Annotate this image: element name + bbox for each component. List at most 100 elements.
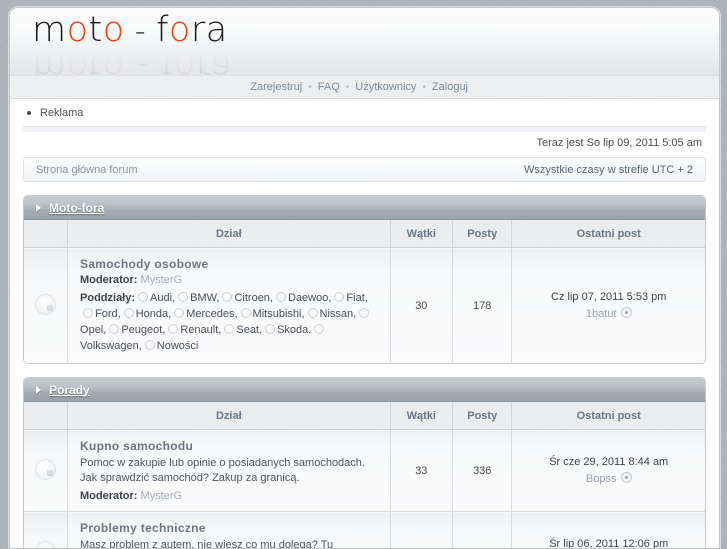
logo-letter-3: o xyxy=(103,10,125,50)
nav-link-u-ytkownicy[interactable]: Użytkownicy xyxy=(349,81,422,93)
subforum-link[interactable]: Mercedes xyxy=(186,308,234,320)
site-header: moto - fora moto - fora xyxy=(10,8,719,75)
last-post-date: Śr lip 06, 2011 12:06 pm xyxy=(520,536,697,549)
col-topics-header: Wątki xyxy=(390,402,452,430)
subforum-list: Poddziały:Audi,BMW,Citroen,Daewoo,Fiat,F… xyxy=(80,290,380,354)
forum-category-list: Moto-foraDziałWątkiPostyOstatni postSamo… xyxy=(10,195,719,549)
forum-icon-cell xyxy=(24,248,68,364)
nav-link-zaloguj[interactable]: Zaloguj xyxy=(426,81,474,93)
subforum-label: Poddziały: xyxy=(80,292,135,304)
forum-page-frame: moto - fora moto - fora Zarejestruj•FAQ•… xyxy=(9,7,720,549)
category-header[interactable]: Moto-fora xyxy=(24,196,705,220)
subforum-link[interactable]: Citroen xyxy=(234,292,269,304)
last-post-author-link[interactable]: Bopss xyxy=(586,473,617,485)
main-navigation: Zarejestruj•FAQ•Użytkownicy•Zaloguj xyxy=(10,75,719,99)
forum-row: Problemy techniczne Masz problem z autem,… xyxy=(24,512,705,549)
view-latest-post-icon[interactable] xyxy=(621,307,632,318)
subforum-link[interactable]: Skoda xyxy=(277,324,308,336)
forum-info-cell: Problemy techniczne Masz problem z autem,… xyxy=(68,512,391,549)
subforum-link[interactable]: BMW xyxy=(190,292,216,304)
moderator-link[interactable]: MysterG xyxy=(141,274,183,286)
advert-row: Reklama xyxy=(10,99,719,126)
subforum-link[interactable]: Opel xyxy=(80,324,103,336)
category-header[interactable]: Porady xyxy=(24,378,705,402)
breadcrumb-home-link[interactable]: Strona główna forum xyxy=(36,164,138,176)
subforum-bullet-icon xyxy=(174,308,184,318)
subforum-link[interactable]: Peugeot xyxy=(121,324,162,336)
col-topics-header: Wątki xyxy=(390,220,452,248)
forum-table-header-row: DziałWątkiPostyOstatni post xyxy=(24,402,705,430)
subforum-link[interactable]: Ford xyxy=(95,308,118,320)
current-time-row: Teraz jest So lip 09, 2011 5:05 am xyxy=(10,132,719,154)
forum-table-header-row: DziałWątkiPostyOstatni post xyxy=(24,220,705,248)
moderator-link[interactable]: MysterG xyxy=(141,490,183,502)
chevron-right-icon xyxy=(36,386,41,394)
col-icon-header xyxy=(24,220,68,248)
logo-letter-5: f xyxy=(156,10,169,50)
logo-letter-1: o xyxy=(67,10,89,50)
nav-link-faq[interactable]: FAQ xyxy=(312,81,346,93)
nav-link-zarejestruj[interactable]: Zarejestruj xyxy=(244,81,308,93)
col-forum-header: Dział xyxy=(68,220,391,248)
forum-info-cell: Kupno samochodu Pomoc w zakupie lub opini… xyxy=(68,430,391,512)
subforum-bullet-icon xyxy=(276,292,286,302)
moderator-label: Moderator: xyxy=(80,274,137,286)
forum-folder-icon xyxy=(35,459,56,480)
subforum-bullet-icon xyxy=(138,292,148,302)
subforum-bullet-icon xyxy=(308,308,318,318)
forum-row: Samochody osobowe Moderator: MysterG Poddz… xyxy=(24,248,705,364)
subforum-link[interactable]: Volkswagen xyxy=(80,340,139,352)
category-title[interactable]: Porady xyxy=(49,383,90,397)
nav-link-list: Zarejestruj•FAQ•Użytkownicy•Zaloguj xyxy=(244,81,474,93)
subforum-link[interactable]: Honda xyxy=(136,308,168,320)
subforum-bullet-icon xyxy=(178,292,188,302)
subforum-bullet-icon xyxy=(83,308,93,318)
subforum-link[interactable]: Audi xyxy=(150,292,172,304)
subforum-bullet-icon xyxy=(168,324,178,334)
logo-letter-4: - xyxy=(125,14,156,49)
moderator-line: Moderator: MysterG xyxy=(80,490,380,502)
subforum-bullet-icon xyxy=(314,324,324,334)
subforum-link[interactable]: Fiat xyxy=(346,292,364,304)
forum-link[interactable]: Kupno samochodu xyxy=(80,439,380,453)
col-posts-header: Posty xyxy=(453,220,512,248)
logo-letter-0: m xyxy=(32,10,67,50)
subforum-bullet-icon xyxy=(241,308,251,318)
col-last-post-header: Ostatni post xyxy=(512,220,705,248)
subforum-bullet-icon xyxy=(265,324,275,334)
moderator-label: Moderator: xyxy=(80,490,137,502)
last-post-cell: Cz lip 07, 2011 5:53 pm 1batut xyxy=(512,248,705,364)
advert-label[interactable]: Reklama xyxy=(40,107,83,119)
last-post-date: Śr cze 29, 2011 8:44 am xyxy=(520,454,697,471)
category-title[interactable]: Moto-fora xyxy=(49,201,104,215)
last-post-cell: Śr lip 06, 2011 12:06 pmLeszek xyxy=(512,512,705,549)
chevron-right-icon xyxy=(36,204,41,212)
subforum-bullet-icon xyxy=(124,308,134,318)
forum-icon-cell xyxy=(24,512,68,549)
subforum-bullet-icon xyxy=(109,324,119,334)
forum-description: Masz problem z autem, nie wiesz co mu do… xyxy=(80,538,380,549)
subforum-link[interactable]: Mitsubishi xyxy=(253,308,302,320)
forum-link[interactable]: Problemy techniczne xyxy=(80,521,380,535)
subforum-bullet-icon xyxy=(145,340,155,350)
forum-folder-icon xyxy=(35,294,56,315)
last-post-date: Cz lip 07, 2011 5:53 pm xyxy=(520,289,697,306)
logo-letter-6: o xyxy=(169,10,191,50)
forum-table: DziałWątkiPostyOstatni postKupno samocho… xyxy=(24,402,705,549)
view-latest-post-icon[interactable] xyxy=(621,472,632,483)
site-logo[interactable]: moto - fora xyxy=(32,10,228,52)
col-icon-header xyxy=(24,402,68,430)
subforum-link[interactable]: Seat xyxy=(236,324,259,336)
subforum-link[interactable]: Nissan xyxy=(320,308,354,320)
logo-letter-2: t xyxy=(89,10,103,50)
subforum-link[interactable]: Nowości xyxy=(157,340,199,352)
last-post-author-link[interactable]: 1batut xyxy=(586,308,617,320)
forum-link[interactable]: Samochody osobowe xyxy=(80,257,380,271)
subforum-link[interactable]: Renault xyxy=(180,324,218,336)
topics-count: 30 xyxy=(390,248,452,364)
subforum-bullet-icon xyxy=(334,292,344,302)
forum-description: Pomoc w zakupie lub opinie o posiadanych… xyxy=(80,456,380,486)
forum-category-block: Moto-foraDziałWątkiPostyOstatni postSamo… xyxy=(23,195,706,364)
topics-count: 33 xyxy=(390,430,452,512)
subforum-link[interactable]: Daewoo xyxy=(288,292,328,304)
